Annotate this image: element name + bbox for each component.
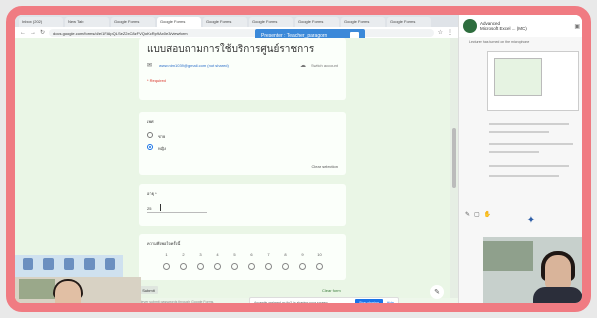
- person-body: [533, 287, 582, 303]
- pencil-icon[interactable]: ✎: [430, 285, 444, 299]
- required-note: * Required: [147, 78, 166, 83]
- pen-icon[interactable]: ✎: [465, 211, 470, 218]
- browser-tab[interactable]: Google Forms: [341, 17, 385, 27]
- reload-icon[interactable]: ↻: [40, 29, 45, 36]
- desktop-icon[interactable]: [84, 258, 95, 270]
- sharing-message: Ascentis.orgimed.ac.th/1 is sharing your…: [254, 301, 329, 305]
- sharing-toast: Ascentis.orgimed.ac.th/1 is sharing your…: [249, 297, 399, 305]
- browser-tab-active[interactable]: Google Forms: [157, 17, 201, 27]
- clear-selection-button[interactable]: Clear selection: [312, 164, 338, 169]
- browser-tab[interactable]: Google Forms: [203, 17, 247, 27]
- browser-tab[interactable]: Google Forms: [295, 17, 339, 27]
- stop-sharing-button[interactable]: Stop sharing: [355, 299, 383, 303]
- scale-option[interactable]: 1: [163, 252, 170, 270]
- account-email: www.nim1039@gmail.com (not shared): [159, 63, 229, 68]
- chat-line: [489, 131, 549, 133]
- panel-note: Lecturer has turned on the microphone: [469, 40, 530, 44]
- scale-option[interactable]: 6: [248, 252, 255, 270]
- scale-option[interactable]: 9: [299, 252, 306, 270]
- page-scrollbar[interactable]: [450, 38, 458, 298]
- linear-scale: 1 2 3 4 5 6 7 8 9 10: [163, 252, 323, 270]
- meeting-panel: Advanced Microsoft Excel ... (MC) ▣ Lect…: [458, 15, 582, 303]
- team-logo: [463, 19, 477, 33]
- radio-label: หญิง: [158, 146, 166, 151]
- scale-option[interactable]: 10: [316, 252, 323, 270]
- video-frame: Inbox (202) New Tab Google Forms Google …: [6, 6, 591, 312]
- question-label: อายุ *: [147, 191, 157, 196]
- chat-line: [489, 165, 569, 167]
- scale-option[interactable]: 8: [282, 252, 289, 270]
- scale-option[interactable]: 7: [265, 252, 272, 270]
- browser-tab[interactable]: New Tab: [65, 17, 109, 27]
- person-face: [545, 255, 571, 289]
- question-card-age: อายุ * 25: [139, 184, 346, 226]
- tab-strip: Inbox (202) New Tab Google Forms Google …: [15, 15, 458, 27]
- form-footer: Never submit passwords through Google Fo…: [139, 300, 215, 304]
- chat-line: [489, 151, 539, 153]
- question-card-satisfaction: ความพึงพอใจครั้งนี้ 1 2 3 4 5 6 7 8 9 10: [139, 234, 346, 280]
- desktop-icon[interactable]: [23, 258, 34, 270]
- text-cursor: [160, 204, 161, 211]
- person-face: [55, 281, 81, 303]
- thumbnail-content: [494, 58, 542, 96]
- chat-icon[interactable]: ▢: [474, 211, 480, 218]
- forward-icon[interactable]: →: [30, 30, 36, 36]
- submit-button[interactable]: Submit: [139, 286, 158, 294]
- back-icon[interactable]: ←: [20, 30, 26, 36]
- form-title: แบบสอบถามการใช้บริการศูนย์ราชการ: [147, 44, 315, 55]
- question-card-gender: เพศ ชาย หญิง Clear selection: [139, 112, 346, 175]
- scale-option[interactable]: 3: [197, 252, 204, 270]
- question-label: เพศ: [147, 119, 154, 124]
- browser-window: Inbox (202) New Tab Google Forms Google …: [15, 15, 458, 303]
- student-webcam: [15, 277, 141, 312]
- browser-tab[interactable]: Google Forms: [249, 17, 293, 27]
- clear-form-button[interactable]: Clear form: [322, 288, 341, 293]
- person-body: [45, 311, 91, 312]
- question-label: ความพึงพอใจครั้งนี้: [147, 241, 181, 246]
- background-window: [483, 241, 533, 271]
- scale-option[interactable]: 4: [214, 252, 221, 270]
- hide-button[interactable]: Hide: [387, 301, 394, 303]
- scale-option[interactable]: 2: [180, 252, 187, 270]
- chat-line: [489, 123, 569, 125]
- radio-option-male[interactable]: [147, 132, 153, 138]
- chat-line: [489, 175, 559, 177]
- browser-tab[interactable]: Inbox (202): [19, 17, 63, 27]
- institution-logo-icon: ✦: [526, 215, 536, 226]
- address-bar: ← → ↻ docs.google.com/forms/d/e/1FAIpQLS…: [15, 27, 458, 38]
- meeting-title: Advanced Microsoft Excel ... (MC): [480, 20, 527, 31]
- age-input[interactable]: 25: [147, 206, 207, 213]
- cloud-icon: ☁: [300, 63, 306, 69]
- scale-option[interactable]: 5: [231, 252, 238, 270]
- menu-icon[interactable]: ⋮: [447, 29, 453, 36]
- mail-icon: ✉: [147, 63, 153, 69]
- background-shelf: [19, 279, 55, 299]
- url-field[interactable]: docs.google.com/forms/d/e/1FAIpQLSeZ2xC8…: [49, 28, 434, 37]
- teacher-webcam: [483, 237, 582, 303]
- desktop-icon[interactable]: [43, 258, 54, 270]
- camera-icon[interactable]: ▣: [574, 23, 580, 30]
- form-header-card: แบบสอบถามการใช้บริการศูนย์ราชการ ✉ www.n…: [139, 38, 346, 100]
- radio-option-female[interactable]: [147, 144, 153, 150]
- hand-icon[interactable]: ✋: [484, 211, 491, 218]
- chat-line: [489, 143, 573, 145]
- panel-header: Advanced Microsoft Excel ... (MC) ▣: [459, 15, 582, 37]
- panel-toolbar: ✎ ▢ ✋: [465, 211, 491, 218]
- browser-tab[interactable]: Google Forms: [387, 17, 431, 27]
- radio-label: ชาย: [158, 134, 166, 139]
- browser-tab[interactable]: Google Forms: [111, 17, 155, 27]
- desktop-icon[interactable]: [104, 258, 116, 270]
- shared-screen-thumbnail[interactable]: [487, 51, 579, 111]
- star-icon[interactable]: ☆: [438, 29, 443, 36]
- scroll-thumb[interactable]: [452, 128, 456, 188]
- switch-account-link[interactable]: Switch account: [311, 63, 338, 68]
- desktop-icon[interactable]: [63, 258, 75, 270]
